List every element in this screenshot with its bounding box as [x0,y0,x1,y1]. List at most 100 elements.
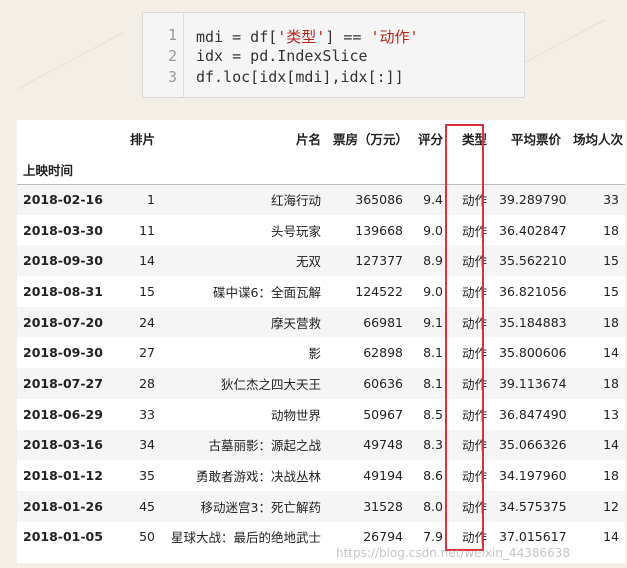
table-cell: 动作 [461,223,487,239]
table-cell: 8.3 [423,437,443,453]
table-cell: 1 [147,192,155,208]
index-name: 上映时间 [17,156,113,185]
table-cell: 18 [603,468,619,484]
column-header: 类型 [461,131,487,147]
row-index-cell: 2018-09-30 [23,253,103,269]
table-cell: 动作 [461,284,487,300]
table-cell: 139668 [355,222,403,238]
table-cell: 36.847490 [499,406,567,422]
table-cell: 15 [603,253,619,269]
table-cell: 古墓丽影：源起之战 [208,438,321,454]
watermark: https://blog.csdn.net/weixin_44386638 [336,546,571,560]
table-cell: 45 [139,498,155,514]
table-cell: 影 [308,346,321,362]
table-cell: 14 [603,437,619,453]
table-cell: 50 [139,529,155,545]
table-cell: 27 [139,345,155,361]
table-row: 2018-01-12 35 勇敢者游戏：决战丛林 49194 8.6 动作 34.19796… [17,460,625,491]
table-row: 2018-07-20 24 摩天营救 66981 9.1 动作 35.184883 18 [17,306,625,338]
table-cell: 35 [139,468,155,484]
table-cell: 35.562210 [499,253,567,269]
table-cell: 12 [603,498,619,514]
table-cell: 36.821056 [499,283,567,299]
table-cell: 无双 [295,254,321,270]
table-cell: 8.1 [423,345,443,361]
paper-texture [16,31,124,91]
column-header-row: 排片 片名 票房（万元） 评分 类型 平均票价 场均人次 [17,120,625,156]
table-cell: 星球大战：最后的绝地武士 [170,530,321,546]
table-cell: 红海行动 [270,193,321,209]
table-row: 2018-07-27 28 狄仁杰之四大天王 60636 8.1 动作 39.113674 1… [17,368,625,399]
table-cell: 9.4 [423,192,443,208]
table-cell: 动作 [461,376,487,392]
row-index-cell: 2018-01-12 [23,468,103,484]
code-line-2: idx = pd.IndexSlice [196,47,368,65]
table-cell: 18 [603,375,619,391]
row-index-cell: 2018-03-30 [23,222,103,238]
table-cell: 动作 [461,499,487,515]
table-cell: 动作 [461,407,487,423]
table-cell: 127377 [355,253,403,269]
table-row: 2018-06-29 33 动物世界 50967 8.5 动作 36.847490 13 [17,399,625,430]
table-cell: 9.0 [423,283,443,299]
dataframe-table: 排片 片名 票房（万元） 评分 类型 平均票价 场均人次 上映时间 2018-0… [17,120,625,552]
row-index-cell: 2018-01-26 [23,498,103,514]
table-cell: 66981 [363,314,403,330]
table-cell: 动作 [461,193,487,209]
paper-texture [524,18,606,64]
table-cell: 15 [139,283,155,299]
line-number: 3 [167,68,177,86]
table-cell: 39.289790 [499,192,567,208]
table-cell: 60636 [363,375,403,391]
code-cell[interactable]: 1 2 3 mdi = df['类型'] == '动作' idx = pd.In… [142,12,525,98]
table-cell: 动作 [461,346,487,362]
table-cell: 狄仁杰之四大天王 [220,376,321,392]
table-cell: 15 [603,283,619,299]
column-header: 排片 [129,131,155,147]
table-cell: 50967 [363,406,403,422]
column-header: 票房（万元） [333,131,409,147]
line-number: 1 [167,26,177,44]
dataframe-output: 排片 片名 票房（万元） 评分 类型 平均票价 场均人次 上映时间 2018-0… [17,120,625,563]
table-row: 2018-09-30 27 影 62898 8.1 动作 35.800606 14 [17,337,625,368]
table-cell: 9.0 [423,222,443,238]
code-line-1: mdi = df['类型'] == '动作' [196,28,419,46]
column-header: 场均人次 [573,131,624,147]
table-cell: 33 [603,192,619,208]
row-index-cell: 2018-08-31 [23,283,103,299]
table-cell: 动作 [461,438,487,454]
table-cell: 36.402847 [499,222,567,238]
index-name-row: 上映时间 [17,156,625,185]
table-body: 2018-02-16 1 红海行动 365086 9.4 动作 39.289790 33 201… [17,184,625,552]
table-cell: 动作 [461,254,487,270]
row-index-cell: 2018-01-05 [23,529,103,545]
table-cell: 头号玩家 [270,223,321,239]
row-index-cell: 2018-03-16 [23,437,103,453]
table-cell: 8.9 [423,253,443,269]
corner-header [17,120,113,156]
table-cell: 31528 [363,498,403,514]
table-row: 2018-01-26 45 移动迷宫3：死亡解药 31528 8.0 动作 34.57537… [17,490,625,522]
table-cell: 14 [603,345,619,361]
row-index-cell: 2018-07-27 [23,375,103,391]
table-cell: 35.066326 [499,437,567,453]
table-row: 2018-02-16 1 红海行动 365086 9.4 动作 39.289790 33 [17,184,625,215]
column-header: 评分 [417,131,443,147]
table-cell: 9.1 [423,314,443,330]
table-cell: 动物世界 [270,407,321,423]
table-cell: 摩天营救 [270,315,321,331]
table-cell: 34 [139,437,155,453]
table-cell: 49194 [363,468,403,484]
table-cell: 8.5 [423,406,443,422]
row-index-cell: 2018-07-20 [23,314,103,330]
table-cell: 18 [603,222,619,238]
table-cell: 动作 [461,469,487,485]
table-cell: 18 [603,314,619,330]
line-number-gutter: 1 2 3 [143,13,184,97]
row-index-cell: 2018-02-16 [23,192,103,208]
table-cell: 14 [603,529,619,545]
table-cell: 35.184883 [499,314,567,330]
table-cell: 勇敢者游戏：决战丛林 [195,469,321,485]
table-cell: 11 [139,222,155,238]
code-line-3: df.loc[idx[mdi],idx[:]] [196,68,404,86]
